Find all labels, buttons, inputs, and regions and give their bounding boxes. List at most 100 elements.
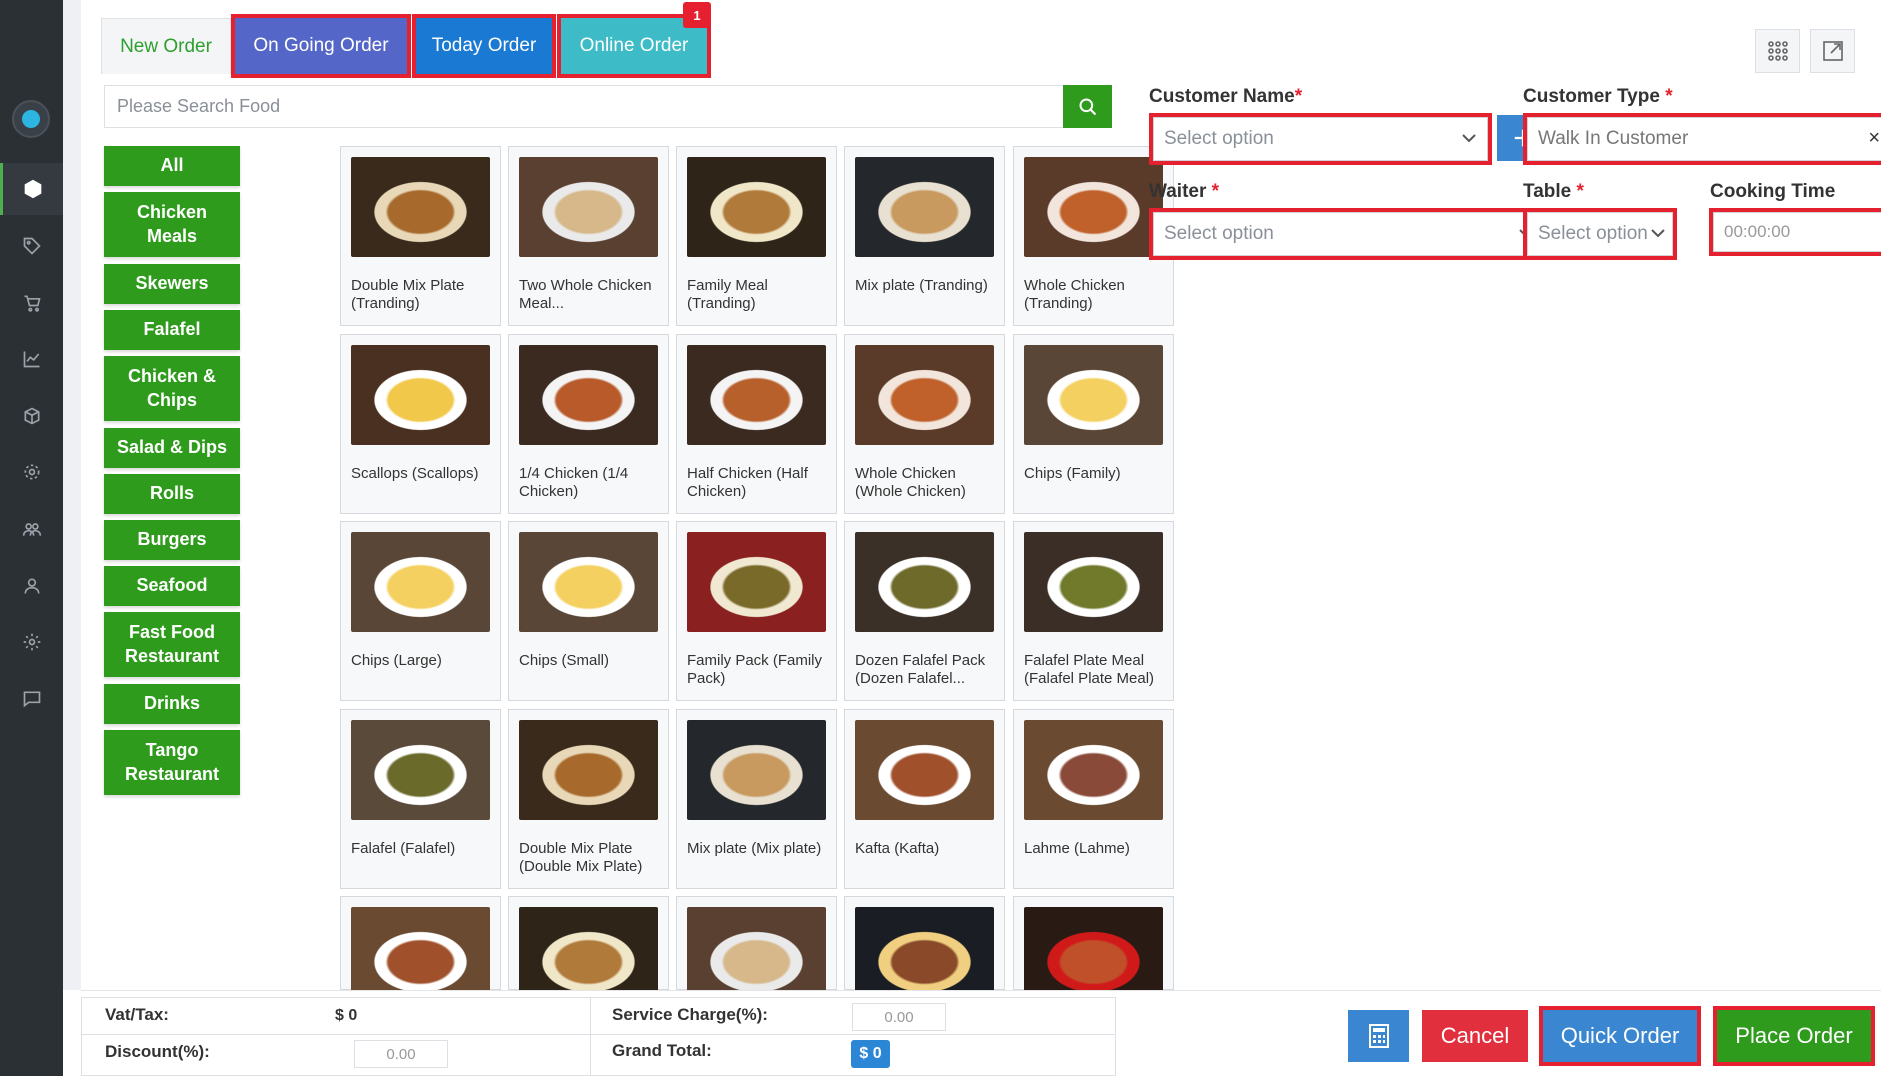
food-item[interactable]: Whole Chicken (Whole Chicken)	[844, 334, 1005, 514]
category-chicken-meals[interactable]: Chicken Meals	[104, 192, 240, 257]
food-item[interactable]	[1013, 896, 1174, 1007]
food-image	[855, 157, 994, 257]
food-name: Family Pack (Family Pack)	[687, 652, 823, 687]
pos-cube-icon[interactable]	[0, 163, 63, 215]
food-item[interactable]: Kafta (Kafta)	[844, 709, 1005, 889]
food-image	[687, 157, 826, 257]
category-salad-dips[interactable]: Salad & Dips	[104, 428, 240, 468]
category-burgers[interactable]: Burgers	[104, 520, 240, 560]
food-item[interactable]: Two Whole Chicken Meal...	[508, 146, 669, 326]
user-icon[interactable]	[0, 560, 63, 612]
main-area: New Order On Going Order Today Order Onl…	[63, 0, 1881, 1076]
food-item[interactable]: Scallops (Scallops)	[340, 334, 501, 514]
food-item[interactable]: Chips (Small)	[508, 521, 669, 701]
food-item[interactable]: Lahme (Lahme)	[1013, 709, 1174, 889]
customer-name-placeholder: Select option	[1164, 128, 1274, 149]
expand-icon	[1822, 41, 1843, 61]
tab-today-order[interactable]: Today Order	[412, 14, 556, 78]
food-name: Mix plate (Tranding)	[855, 277, 988, 294]
category-chicken-chips[interactable]: Chicken & Chips	[104, 356, 240, 421]
tags-icon[interactable]	[0, 220, 63, 272]
grid-view-button[interactable]	[1755, 29, 1800, 73]
customer-name-label: Customer Name*	[1149, 86, 1303, 107]
clear-icon[interactable]: ×	[1868, 127, 1880, 150]
chevron-down-icon	[1461, 130, 1477, 152]
table-select[interactable]: Select option	[1523, 208, 1677, 260]
food-item[interactable]: 1/4 Chicken (1/4 Chicken)	[508, 334, 669, 514]
grand-total-label: Grand Total:	[612, 1041, 712, 1060]
food-name: Dozen Falafel Pack (Dozen Falafel...	[855, 652, 986, 687]
customer-name-select[interactable]: Select option	[1149, 113, 1492, 165]
customer-type-value: Walk In Customer	[1538, 128, 1689, 149]
food-name: Half Chicken (Half Chicken)	[687, 465, 808, 500]
food-name: Chips (Family)	[1024, 465, 1121, 482]
fullscreen-button[interactable]	[1810, 29, 1855, 73]
gear-icon[interactable]	[0, 616, 63, 668]
search-button[interactable]	[1063, 85, 1112, 128]
cart-icon[interactable]	[0, 277, 63, 329]
category-all[interactable]: All	[104, 146, 240, 186]
food-item[interactable]	[508, 896, 669, 1007]
cooking-time-label: Cooking Time	[1710, 181, 1836, 202]
online-order-badge: 1	[683, 2, 711, 28]
food-item[interactable]: Chips (Large)	[340, 521, 501, 701]
food-name: Whole Chicken (Whole Chicken)	[855, 465, 966, 500]
cancel-button[interactable]: Cancel	[1422, 1010, 1528, 1062]
tab-new-order[interactable]: New Order	[101, 18, 231, 74]
category-tango[interactable]: Tango Restaurant	[104, 730, 240, 795]
food-item[interactable]: Dozen Falafel Pack (Dozen Falafel...	[844, 521, 1005, 701]
vat-label: Vat/Tax:	[105, 1005, 169, 1024]
category-rolls[interactable]: Rolls	[104, 474, 240, 514]
chat-icon[interactable]	[0, 673, 63, 725]
category-drinks[interactable]: Drinks	[104, 684, 240, 724]
food-image	[687, 345, 826, 445]
box-icon[interactable]	[0, 390, 63, 442]
food-image	[687, 532, 826, 632]
service-charge-label: Service Charge(%):	[612, 1005, 768, 1024]
search-food-input[interactable]: Please Search Food	[104, 85, 1064, 128]
food-item[interactable]: Double Mix Plate (Double Mix Plate)	[508, 709, 669, 889]
food-image	[1024, 720, 1163, 820]
app-logo-icon[interactable]	[12, 100, 50, 138]
search-icon	[1079, 98, 1096, 115]
food-name: Double Mix Plate (Double Mix Plate)	[519, 840, 643, 875]
chart-icon[interactable]	[0, 333, 63, 385]
category-fast-food[interactable]: Fast Food Restaurant	[104, 612, 240, 677]
food-item[interactable]	[340, 896, 501, 1007]
quick-order-button[interactable]: Quick Order	[1539, 1006, 1701, 1066]
food-item[interactable]	[676, 896, 837, 1007]
food-item[interactable]: Mix plate (Tranding)	[844, 146, 1005, 326]
category-skewers[interactable]: Skewers	[104, 264, 240, 304]
cooking-time-input[interactable]: 00:00:00	[1709, 208, 1881, 256]
food-name: Chips (Small)	[519, 652, 610, 669]
food-image	[1024, 532, 1163, 632]
food-item[interactable]: Double Mix Plate (Tranding)	[340, 146, 501, 326]
food-name: Family Meal (Tranding)	[687, 277, 768, 312]
settings-icon[interactable]	[0, 446, 63, 498]
food-item[interactable]: Family Pack (Family Pack)	[676, 521, 837, 701]
left-sidebar	[0, 0, 63, 1076]
food-item[interactable]: Half Chicken (Half Chicken)	[676, 334, 837, 514]
discount-input[interactable]: 0.00	[354, 1040, 448, 1068]
calculator-button[interactable]	[1348, 1010, 1409, 1062]
waiter-select[interactable]: Select option	[1149, 208, 1549, 260]
food-image	[855, 345, 994, 445]
food-item[interactable]: Falafel (Falafel)	[340, 709, 501, 889]
food-name: Double Mix Plate (Tranding)	[351, 277, 465, 312]
food-image	[1024, 345, 1163, 445]
food-item[interactable]: Family Meal (Tranding)	[676, 146, 837, 326]
food-item[interactable]	[844, 896, 1005, 1007]
food-item[interactable]: Chips (Family)	[1013, 334, 1174, 514]
category-falafel[interactable]: Falafel	[104, 310, 240, 350]
food-item[interactable]: Whole Chicken (Tranding)	[1013, 146, 1174, 326]
food-name: Falafel Plate Meal (Falafel Plate Meal)	[1024, 652, 1155, 687]
category-seafood[interactable]: Seafood	[104, 566, 240, 606]
tab-ongoing-order[interactable]: On Going Order	[231, 14, 411, 78]
food-image	[351, 720, 490, 820]
food-item[interactable]: Falafel Plate Meal (Falafel Plate Meal)	[1013, 521, 1174, 701]
users-icon[interactable]	[0, 503, 63, 555]
food-item[interactable]: Mix plate (Mix plate)	[676, 709, 837, 889]
place-order-button[interactable]: Place Order	[1713, 1006, 1875, 1066]
customer-type-select[interactable]: Walk In Customer ×	[1523, 113, 1881, 165]
service-charge-input[interactable]: 0.00	[852, 1003, 946, 1031]
